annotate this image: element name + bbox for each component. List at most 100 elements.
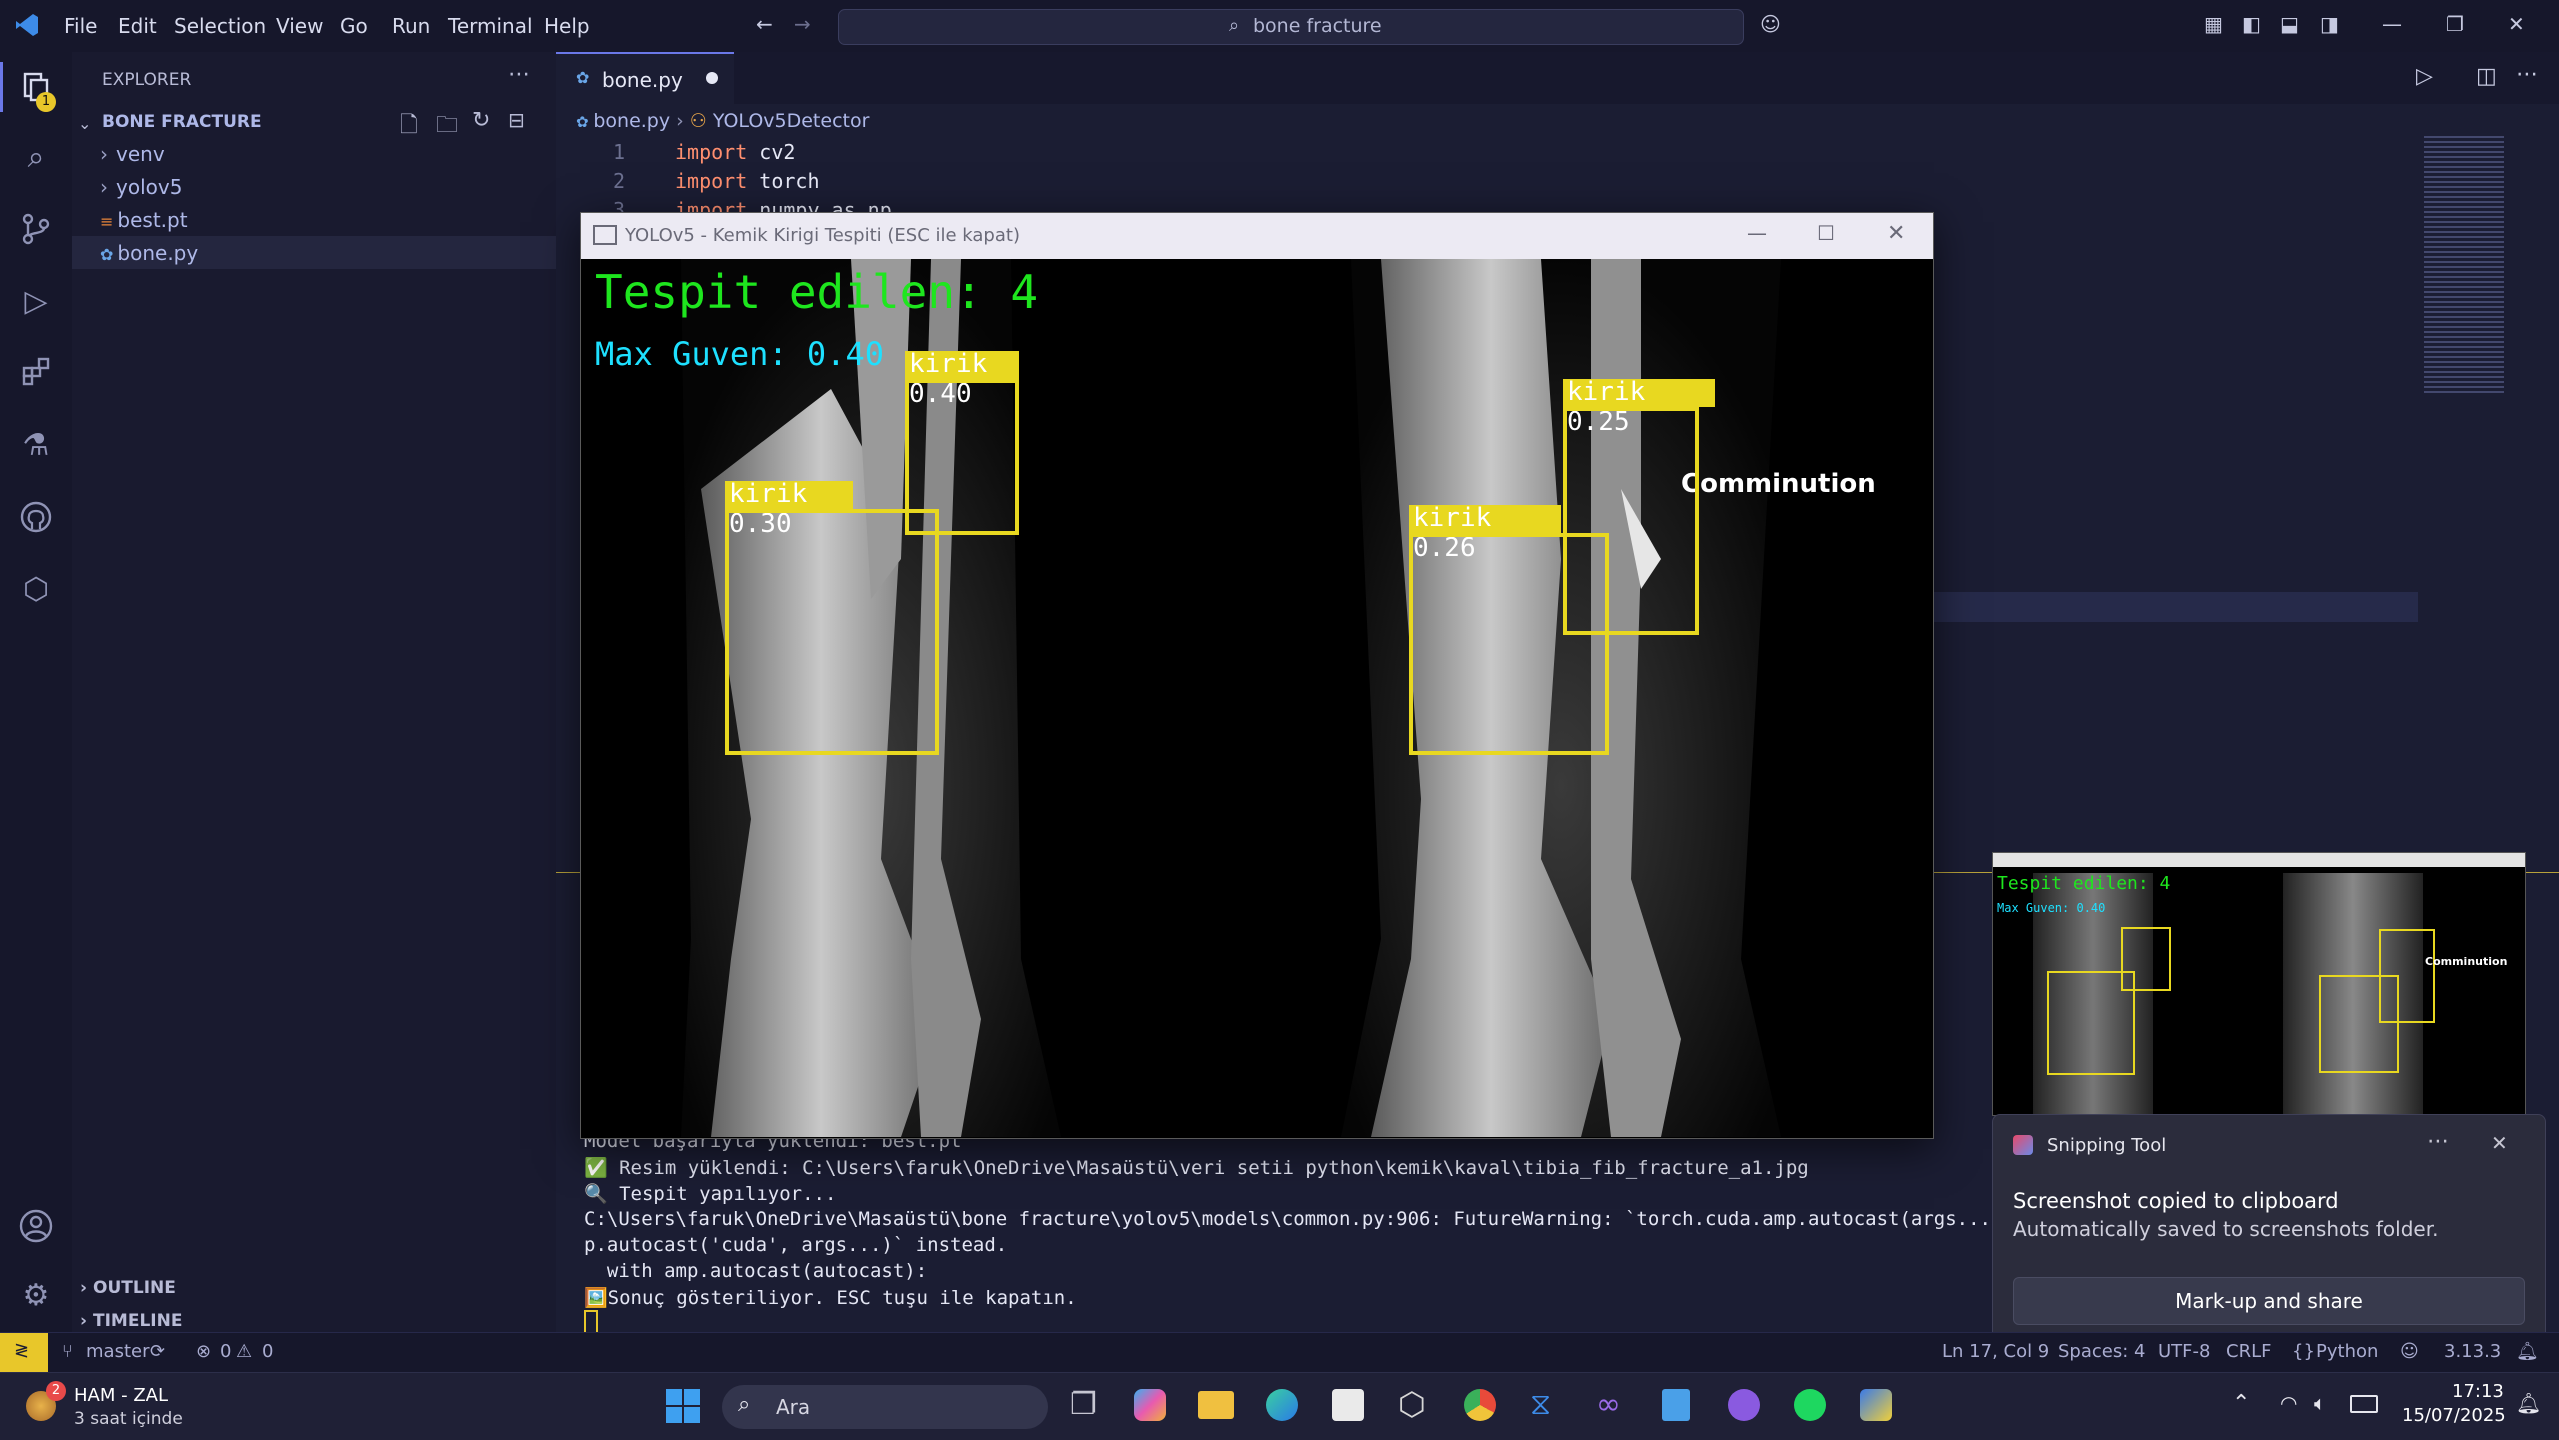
account-icon[interactable] [18,1208,54,1244]
minimap[interactable] [2424,136,2504,396]
notepad-icon[interactable] [1662,1389,1690,1421]
more-actions-icon[interactable]: ⋯ [508,62,530,87]
folder-title[interactable]: BONE FRACTURE [102,112,262,132]
markup-share-button[interactable]: Mark-up and share [2013,1277,2525,1325]
github-icon[interactable] [18,500,54,536]
chrome-icon[interactable] [1464,1389,1496,1421]
taskbar-search[interactable]: ⌕ Ara [722,1385,1048,1429]
error-count[interactable]: 0 [220,1341,231,1362]
maximize-icon[interactable]: ☐ [1817,221,1835,245]
language-mode[interactable]: Python [2316,1341,2378,1362]
sync-icon[interactable]: ⟳ [150,1341,165,1362]
customize-layout-icon[interactable]: ▦ [2204,12,2223,36]
breadcrumb-file[interactable]: bone.py [593,110,670,132]
thumb-maxconf: Max Guven: 0.40 [1997,901,2106,915]
copilot-status-icon[interactable]: ☺︎ [2400,1341,2419,1362]
forward-arrow-icon[interactable]: → [794,12,811,36]
toggle-panel-icon[interactable]: ⬓ [2280,12,2299,36]
menu-run[interactable]: Run [392,14,430,38]
yolo-window-titlebar[interactable]: YOLOv5 - Kemik Kirigi Tespiti (ESC ile k… [581,213,1933,259]
snip-thumbnail[interactable]: Tespit edilen: 4 Max Guven: 0.40 Comminu… [1992,852,2526,1116]
chevron-down-icon[interactable]: ⌄ [78,114,91,133]
thumb-detected: Tespit edilen: 4 [1997,873,2171,894]
close-icon[interactable]: ✕ [2508,12,2525,36]
code-line[interactable]: 1 import cv2 [555,140,795,164]
python-app-icon[interactable] [1860,1389,1892,1421]
minimize-icon[interactable]: — [1747,221,1767,245]
split-editor-icon[interactable]: ◫ [2476,64,2497,89]
clock-time[interactable]: 17:13 [2452,1381,2504,1402]
tree-item-bone-py[interactable]: ✿ bone.py [100,241,198,265]
close-icon[interactable]: ✕ [2491,1131,2508,1155]
spotify-icon[interactable] [1794,1389,1826,1421]
store-icon[interactable] [1332,1389,1364,1421]
tree-item-best-pt[interactable]: ≡ best.pt [100,208,188,232]
toggle-sidebar-icon[interactable]: ◧ [2242,12,2261,36]
line-ending[interactable]: CRLF [2226,1341,2271,1362]
more-actions-icon[interactable]: ⋯ [2516,62,2538,87]
outline-section[interactable]: › OUTLINE [80,1278,176,1298]
encoding[interactable]: UTF-8 [2158,1341,2210,1362]
edge-browser-icon[interactable] [1266,1389,1298,1421]
restore-icon[interactable]: ❐ [2446,12,2464,36]
menu-help[interactable]: Help [544,14,590,38]
menu-go[interactable]: Go [340,14,368,38]
code-line[interactable]: 2 import torch [555,169,820,193]
python-version[interactable]: 3.13.3 [2444,1341,2501,1362]
settings-gear-icon[interactable]: ⚙ [18,1278,54,1314]
menu-terminal[interactable]: Terminal [448,14,533,38]
unity-icon[interactable]: ⬡ [1398,1385,1426,1423]
tree-item-venv[interactable]: › venv [100,142,165,166]
more-options-icon[interactable]: ⋯ [2427,1129,2449,1154]
wifi-icon[interactable]: ◠ [2280,1391,2297,1415]
minimize-icon[interactable]: — [2382,12,2402,36]
back-arrow-icon[interactable]: ← [756,12,773,36]
visual-studio-icon[interactable]: ∞ [1596,1387,1621,1422]
tree-item-yolov5[interactable]: › yolov5 [100,175,182,199]
run-debug-icon[interactable]: ▷ [18,284,54,320]
toggle-secondary-sidebar-icon[interactable]: ◨ [2320,12,2339,36]
vscode-taskbar-icon[interactable]: ⧖ [1530,1387,1551,1422]
source-control-icon[interactable] [18,212,54,248]
run-python-icon[interactable]: ▷ [2416,64,2433,89]
collapse-all-icon[interactable]: ⊟ [508,108,525,132]
yolo-result-window[interactable]: YOLOv5 - Kemik Kirigi Tespiti (ESC ile k… [580,212,1934,1139]
chevron-up-icon[interactable]: ⌃ [2232,1391,2250,1416]
extensions-icon[interactable] [18,356,54,392]
github-desktop-icon[interactable] [1728,1389,1760,1421]
testing-flask-icon[interactable]: ⚗ [18,428,54,464]
snipping-tool-notification[interactable]: Snipping Tool ⋯ ✕ Screenshot copied to c… [1992,1114,2546,1352]
breadcrumb-symbol[interactable]: YOLOv5Detector [713,110,870,132]
timeline-section[interactable]: › TIMELINE [80,1311,182,1331]
weather-widget[interactable]: 2 HAM - ZAL 3 saat içinde [20,1381,220,1433]
menu-view[interactable]: View [276,14,323,38]
start-windows-icon[interactable] [666,1389,700,1423]
task-view-icon[interactable]: ❐ [1070,1387,1097,1422]
command-center-search[interactable]: ⌕ bone fracture [838,9,1744,45]
clock-date[interactable]: 15/07/2025 [2402,1405,2506,1426]
new-folder-icon[interactable]: 🗀 [436,108,458,146]
containers-box-icon[interactable]: ⬡ [18,572,54,608]
branch-name[interactable]: master [86,1341,149,1362]
menu-file[interactable]: File [64,14,97,38]
cursor-position[interactable]: Ln 17, Col 9 [1942,1341,2049,1362]
notification-center-icon[interactable]: 🔔︎ [2516,1391,2541,1415]
copilot-icon[interactable]: ☺︎ [1760,12,1781,36]
menu-edit[interactable]: Edit [118,14,157,38]
refresh-icon[interactable]: ↻ [472,108,490,133]
notifications-bell-icon[interactable]: 🔔︎ [2516,1341,2539,1362]
indentation[interactable]: Spaces: 4 [2058,1341,2145,1362]
volume-icon[interactable]: 🔈︎ [2314,1391,2326,1415]
close-icon[interactable]: ✕ [1887,221,1905,246]
battery-icon[interactable] [2350,1395,2378,1413]
menu-selection[interactable]: Selection [174,14,266,38]
tab-bone-py[interactable]: ✿ bone.py [556,52,734,106]
warning-count[interactable]: 0 [262,1341,273,1362]
copilot-app-icon[interactable] [1134,1389,1166,1421]
file-explorer-icon[interactable] [1198,1391,1234,1419]
remote-indicator[interactable]: ≷ [0,1333,48,1373]
new-file-icon[interactable]: 🗋 [400,108,418,146]
search-icon[interactable]: ⌕ [18,140,54,176]
detection-box: kirik 0.30 [725,479,853,539]
unsaved-dot-icon[interactable] [706,72,718,84]
